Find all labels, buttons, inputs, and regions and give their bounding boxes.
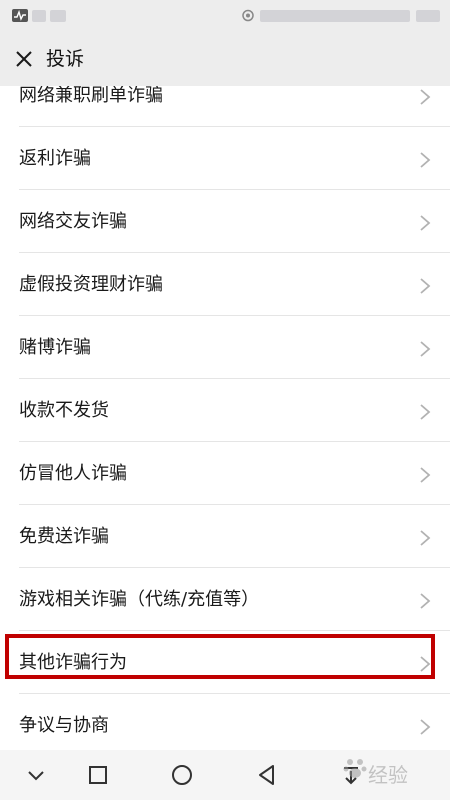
page-title: 投诉	[46, 48, 85, 70]
list-item-label: 赌博诈骗	[19, 337, 91, 358]
chevron-right-icon	[420, 404, 431, 420]
status-icon-blurred	[32, 10, 46, 22]
paw-logo-icon	[343, 759, 367, 778]
list-item[interactable]: 争议与协商	[0, 694, 450, 750]
chevron-right-icon	[420, 467, 431, 483]
chevron-right-icon	[420, 278, 431, 294]
list-item[interactable]: 赌博诈骗	[0, 316, 450, 379]
list-item-label: 网络交友诈骗	[19, 211, 127, 232]
activity-icon	[12, 9, 28, 22]
chevron-right-icon	[420, 593, 431, 609]
chevron-down-icon[interactable]	[23, 762, 49, 788]
chevron-right-icon	[420, 152, 431, 168]
status-bar	[0, 0, 450, 32]
list-item[interactable]: 虚假投资理财诈骗	[0, 253, 450, 316]
list-item-label: 免费送诈骗	[19, 526, 109, 547]
chevron-right-icon	[420, 89, 431, 105]
chevron-right-icon	[420, 719, 431, 735]
battery-blurred	[416, 10, 440, 22]
list-item-label: 收款不发货	[19, 400, 109, 421]
camera-status-icon	[242, 9, 254, 22]
circle-icon[interactable]	[169, 762, 195, 788]
list-item[interactable]: 游戏相关诈骗（代练/充值等）	[0, 568, 450, 631]
square-icon[interactable]	[85, 762, 111, 788]
navigation-bar: 投诉	[0, 32, 450, 86]
close-icon[interactable]	[10, 45, 38, 73]
list-item-label: 争议与协商	[19, 715, 109, 736]
chevron-right-icon	[420, 341, 431, 357]
status-icon-blurred	[50, 10, 66, 22]
list-item-label: 网络兼职刷单诈骗	[19, 86, 163, 106]
list-item[interactable]: 返利诈骗	[0, 127, 450, 190]
list-item[interactable]: 收款不发货	[0, 379, 450, 442]
list-item-label: 仿冒他人诈骗	[19, 463, 127, 484]
status-icons-blurred	[260, 10, 410, 22]
chevron-right-icon	[420, 215, 431, 231]
list-item-label: 虚假投资理财诈骗	[19, 274, 163, 295]
chevron-right-icon	[420, 530, 431, 546]
highlight-box	[5, 634, 435, 679]
list-item-label: 返利诈骗	[19, 148, 91, 169]
triangle-back-icon[interactable]	[254, 762, 280, 788]
list-item[interactable]: 免费送诈骗	[0, 505, 450, 568]
watermark-text: 经验	[368, 763, 408, 787]
list-item[interactable]: 网络兼职刷单诈骗	[0, 86, 450, 127]
list-item[interactable]: 仿冒他人诈骗	[0, 442, 450, 505]
watermark: 经验	[338, 745, 448, 795]
list-item[interactable]: 网络交友诈骗	[0, 190, 450, 253]
list-item-label: 游戏相关诈骗（代练/充值等）	[19, 589, 260, 610]
